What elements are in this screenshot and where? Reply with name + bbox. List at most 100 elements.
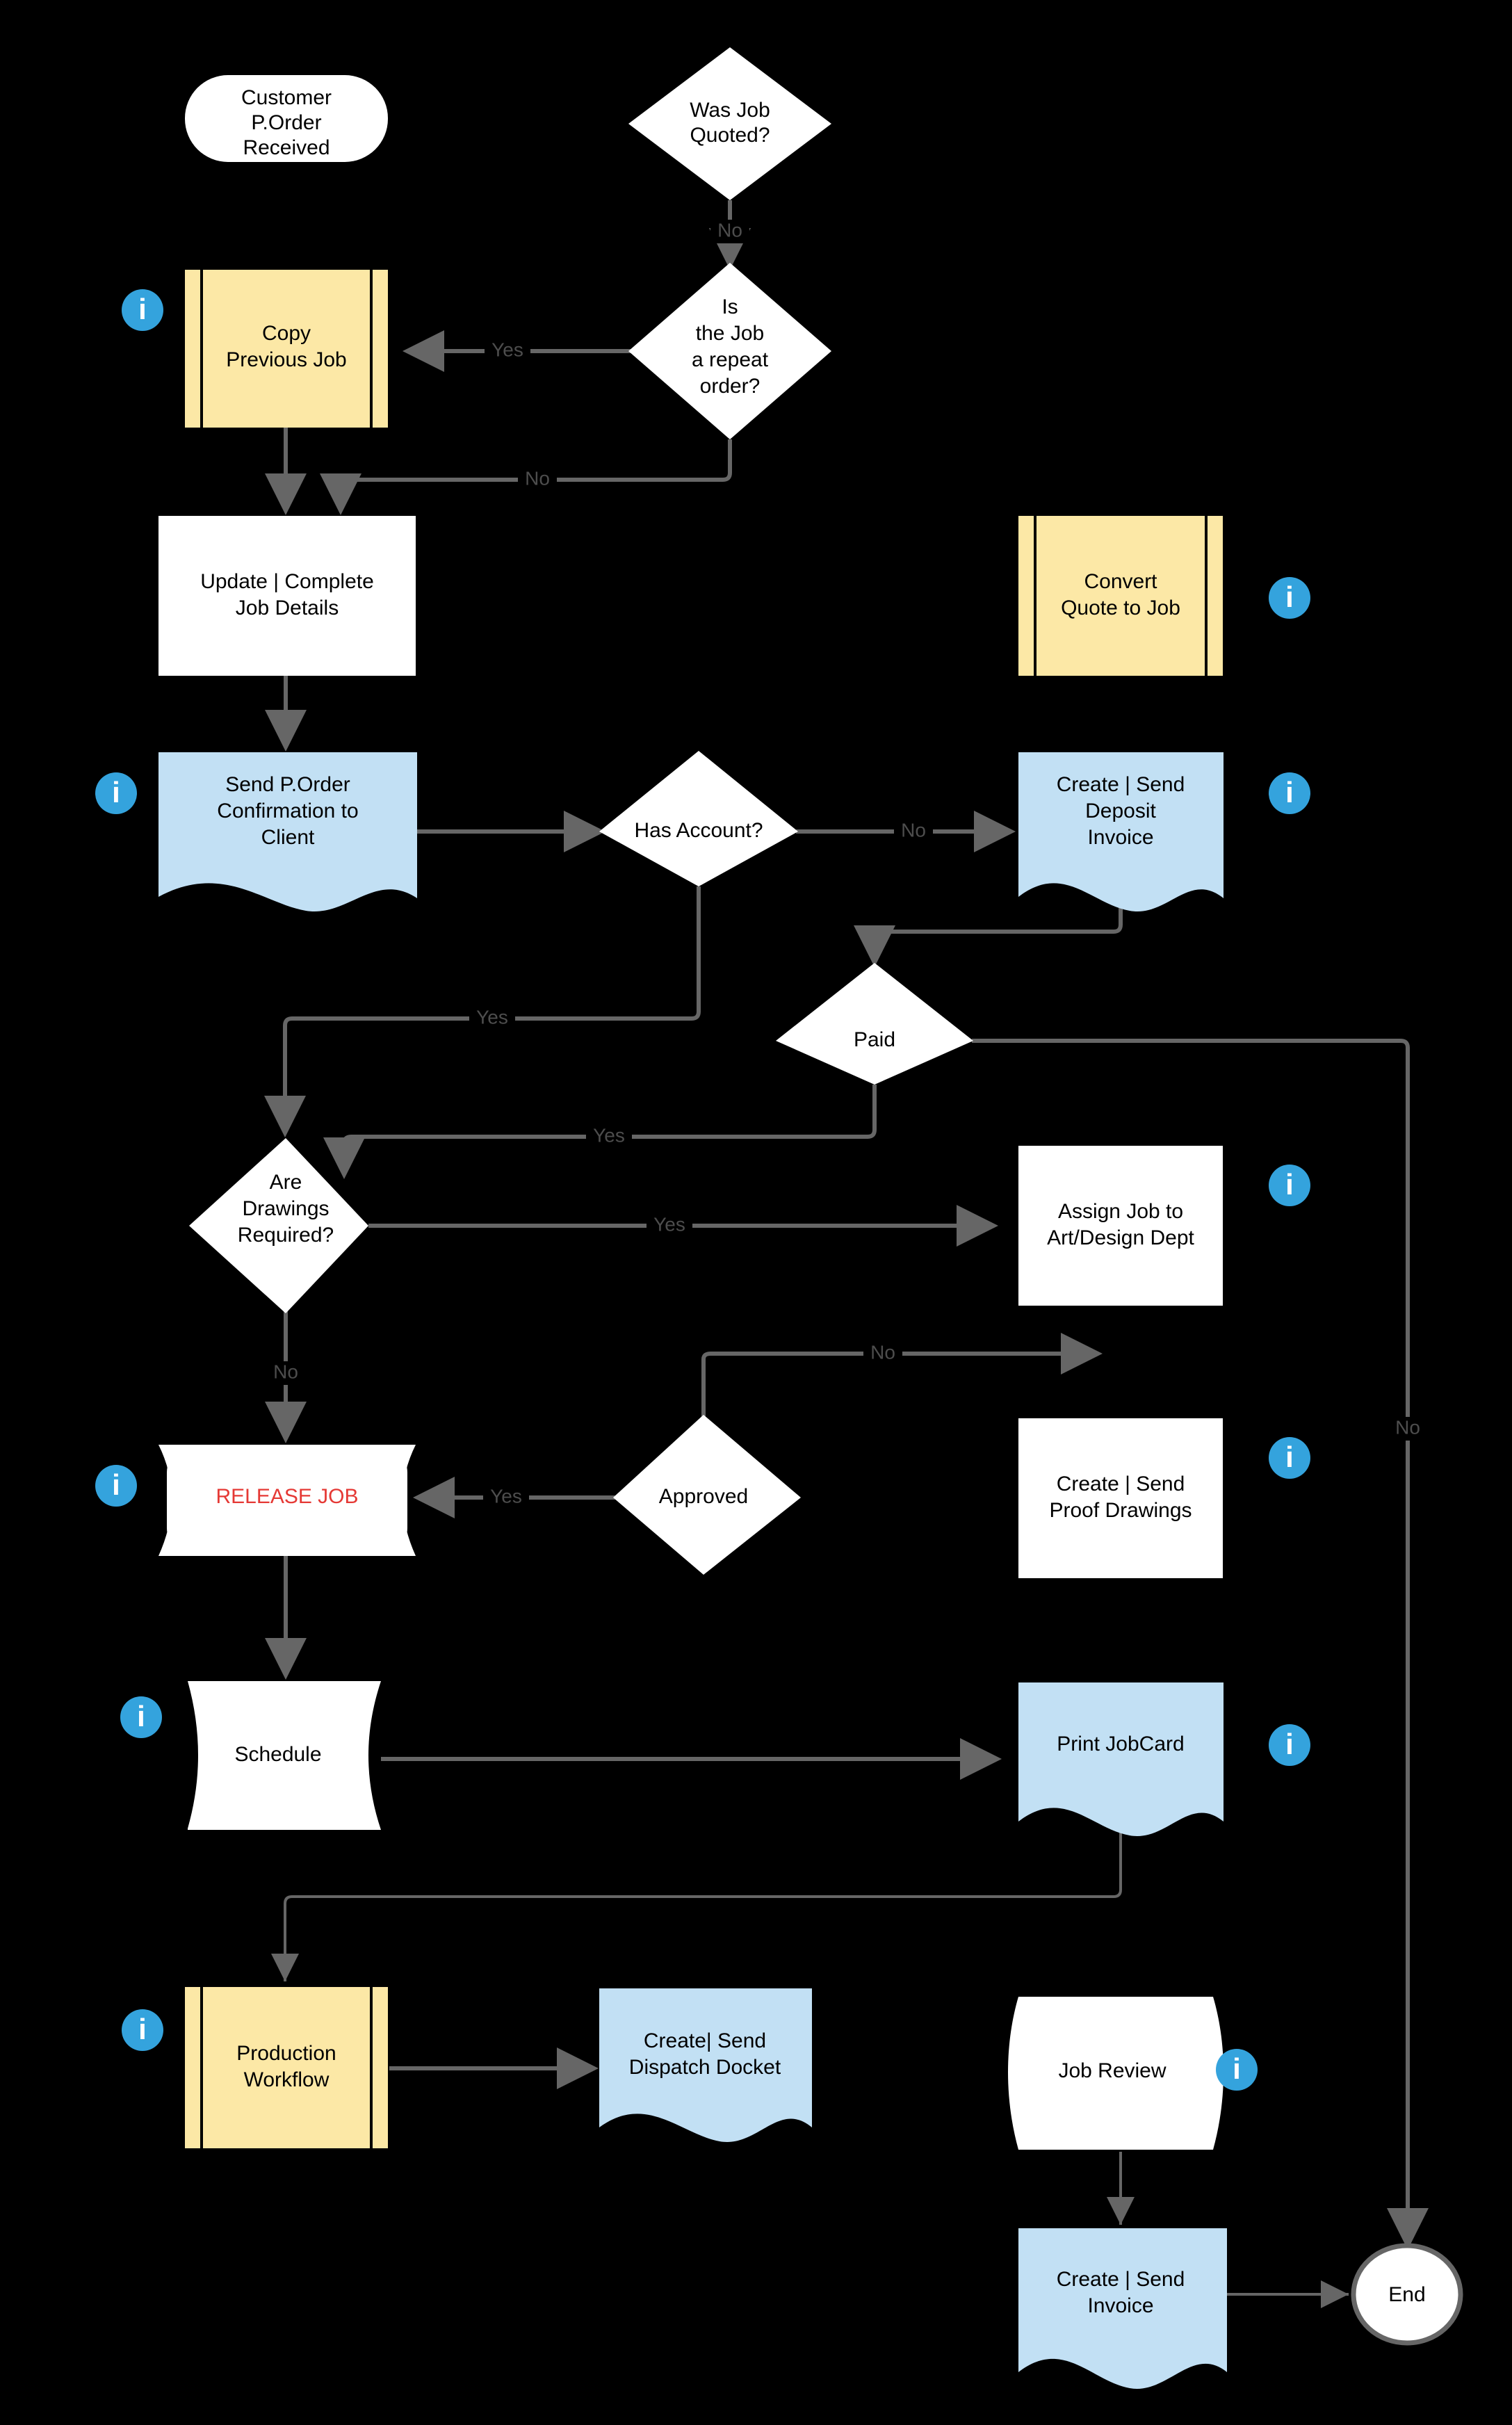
info-icon-glyph: i <box>138 293 147 325</box>
node-approved[interactable]: Approved <box>613 1415 801 1575</box>
node-label-line: Invoice <box>1087 2294 1153 2317</box>
node-end[interactable]: End <box>1351 2243 1463 2346</box>
node-label-line: Customer <box>241 86 332 109</box>
info-badge-create-send-deposit-invoice[interactable]: i <box>1269 772 1310 814</box>
node-label-line: Deposit <box>1085 800 1156 822</box>
info-icon-glyph: i <box>1285 1441 1294 1473</box>
info-badge-job-review[interactable]: i <box>1216 2049 1258 2091</box>
node-assign-job-art-design[interactable]: Assign Job to Art/Design Dept <box>1018 1146 1223 1306</box>
node-label-line: Schedule <box>234 1743 321 1766</box>
node-label-line: Production <box>236 2042 336 2065</box>
info-badge-send-po-confirmation[interactable]: i <box>95 772 137 814</box>
edge-label-drawings-yes: Yes <box>653 1213 685 1235</box>
node-create-send-proof-drawings[interactable]: Create | Send Proof Drawings <box>1018 1418 1223 1578</box>
edge-label-repeat-no: No <box>525 467 550 489</box>
edge-label-quoted-no: No <box>717 219 742 241</box>
node-copy-previous-job[interactable]: Copy Previous Job <box>185 270 388 428</box>
info-icon-glyph: i <box>1285 1728 1294 1760</box>
info-icon-glyph: i <box>137 1700 145 1733</box>
node-label-line: Quoted? <box>690 124 770 147</box>
node-is-job-repeat-order[interactable]: Is the Job a repeat order? <box>628 263 831 439</box>
edges <box>264 200 1429 2308</box>
flowchart-svg: No Yes No No Yes Yes No Yes No Yes No Cu… <box>95 47 1463 2389</box>
node-label-line: the Job <box>696 322 764 345</box>
node-print-jobcard[interactable]: Print JobCard <box>1018 1682 1224 1836</box>
node-label-line: Quote to Job <box>1061 597 1180 619</box>
node-label-line: Send P.Order <box>225 773 350 796</box>
node-label-line: Confirmation to <box>217 800 358 822</box>
node-job-review[interactable]: Job Review <box>1008 1997 1224 2150</box>
edge-printjobcard-to-production <box>271 1822 1122 1981</box>
info-badge-convert-quote-to-job[interactable]: i <box>1269 577 1310 619</box>
edge-label-approved-yes: Yes <box>490 1485 522 1507</box>
info-badge-production-workflow[interactable]: i <box>122 2009 163 2051</box>
edge-label-hasaccount-no: No <box>901 819 926 841</box>
edge-label-drawings-no: No <box>273 1361 298 1382</box>
node-label-line: Required? <box>238 1224 334 1247</box>
info-icon-glyph: i <box>112 776 120 809</box>
info-icon-glyph: i <box>1233 2052 1241 2085</box>
node-label-line: Print JobCard <box>1057 1733 1184 1755</box>
node-send-po-confirmation[interactable]: Send P.Order Confirmation to Client <box>158 752 417 912</box>
node-schedule[interactable]: Schedule <box>188 1681 381 1830</box>
node-are-drawings-required[interactable]: Are Drawings Required? <box>189 1138 368 1313</box>
node-create-send-dispatch-docket[interactable]: Create| Send Dispatch Docket <box>599 1988 812 2142</box>
node-paid[interactable]: Paid <box>776 963 973 1085</box>
node-label-line: Assign Job to <box>1058 1200 1183 1223</box>
node-label-line: End <box>1388 2283 1425 2306</box>
node-label-line: Approved <box>659 1485 748 1508</box>
node-label-line: Invoice <box>1087 826 1153 849</box>
edge-label-paid-no: No <box>1395 1416 1420 1438</box>
node-label-line: P.Order <box>251 111 321 134</box>
edge-label-hasaccount-yes: Yes <box>476 1006 508 1028</box>
node-create-send-deposit-invoice[interactable]: Create | Send Deposit Invoice <box>1018 752 1224 912</box>
node-convert-quote-to-job[interactable]: Convert Quote to Job <box>1018 516 1223 676</box>
edge-deposit-to-paid <box>854 897 1123 967</box>
node-label-line: Job Details <box>236 597 339 619</box>
info-badge-print-jobcard[interactable]: i <box>1269 1724 1310 1766</box>
node-label-line: a repeat <box>692 348 769 371</box>
node-label-line: Is <box>722 295 738 318</box>
info-icon-glyph: i <box>1285 1168 1294 1201</box>
node-create-send-invoice[interactable]: Create | Send Invoice <box>1018 2228 1227 2389</box>
node-label-line: Create | Send <box>1057 773 1185 796</box>
node-label-line: Client <box>261 826 315 849</box>
node-label-line: Art/Design Dept <box>1047 1226 1194 1249</box>
node-release-job[interactable]: RELEASE JOB <box>158 1445 416 1556</box>
flowchart-canvas: No Yes No No Yes Yes No Yes No Yes No Cu… <box>0 0 1512 2425</box>
info-icon-glyph: i <box>138 2013 147 2045</box>
node-label-line: Drawings <box>242 1197 329 1220</box>
edge-label-approved-no: No <box>870 1341 895 1363</box>
info-badge-release-job[interactable]: i <box>95 1465 137 1507</box>
edge-label-paid-yes: Yes <box>593 1124 625 1146</box>
node-label-line: Create | Send <box>1057 1473 1185 1495</box>
node-label-line: Previous Job <box>226 348 346 371</box>
node-label-line: Create| Send <box>644 2029 766 2052</box>
node-label-line: Job Review <box>1058 2059 1166 2082</box>
info-badge-copy-previous-job[interactable]: i <box>122 289 163 331</box>
node-label-line: Received <box>243 136 330 159</box>
node-label-line: Has Account? <box>634 819 763 842</box>
node-label-line: Create | Send <box>1057 2268 1185 2291</box>
node-label-line: Convert <box>1084 570 1157 593</box>
node-label-line: Update | Complete <box>200 570 374 593</box>
info-icon-glyph: i <box>1285 776 1294 809</box>
node-label-line: Workflow <box>244 2068 330 2091</box>
info-icon-glyph: i <box>112 1468 120 1501</box>
node-label-line: Dispatch Docket <box>629 2056 781 2079</box>
edge-label-repeat-yes: Yes <box>491 339 523 360</box>
node-update-complete-job-details[interactable]: Update | Complete Job Details <box>158 516 416 676</box>
node-label-line: Paid <box>854 1028 895 1051</box>
node-label-line: order? <box>700 375 761 398</box>
node-label-line: RELEASE JOB <box>216 1485 358 1508</box>
node-customer-po-received[interactable]: Customer P.Order Received <box>185 75 388 162</box>
info-icon-glyph: i <box>1285 581 1294 613</box>
edge-labels: No Yes No No Yes Yes No Yes No Yes No <box>266 219 1427 1509</box>
info-badge-assign-job-art-design[interactable]: i <box>1269 1165 1310 1206</box>
info-badge-schedule[interactable]: i <box>120 1696 162 1738</box>
node-production-workflow[interactable]: Production Workflow <box>185 1987 388 2148</box>
info-badge-create-send-proof-drawings[interactable]: i <box>1269 1437 1310 1479</box>
node-has-account[interactable]: Has Account? <box>599 751 798 886</box>
node-was-job-quoted[interactable]: Was Job Quoted? <box>628 47 831 200</box>
node-label-line: Copy <box>262 322 311 345</box>
